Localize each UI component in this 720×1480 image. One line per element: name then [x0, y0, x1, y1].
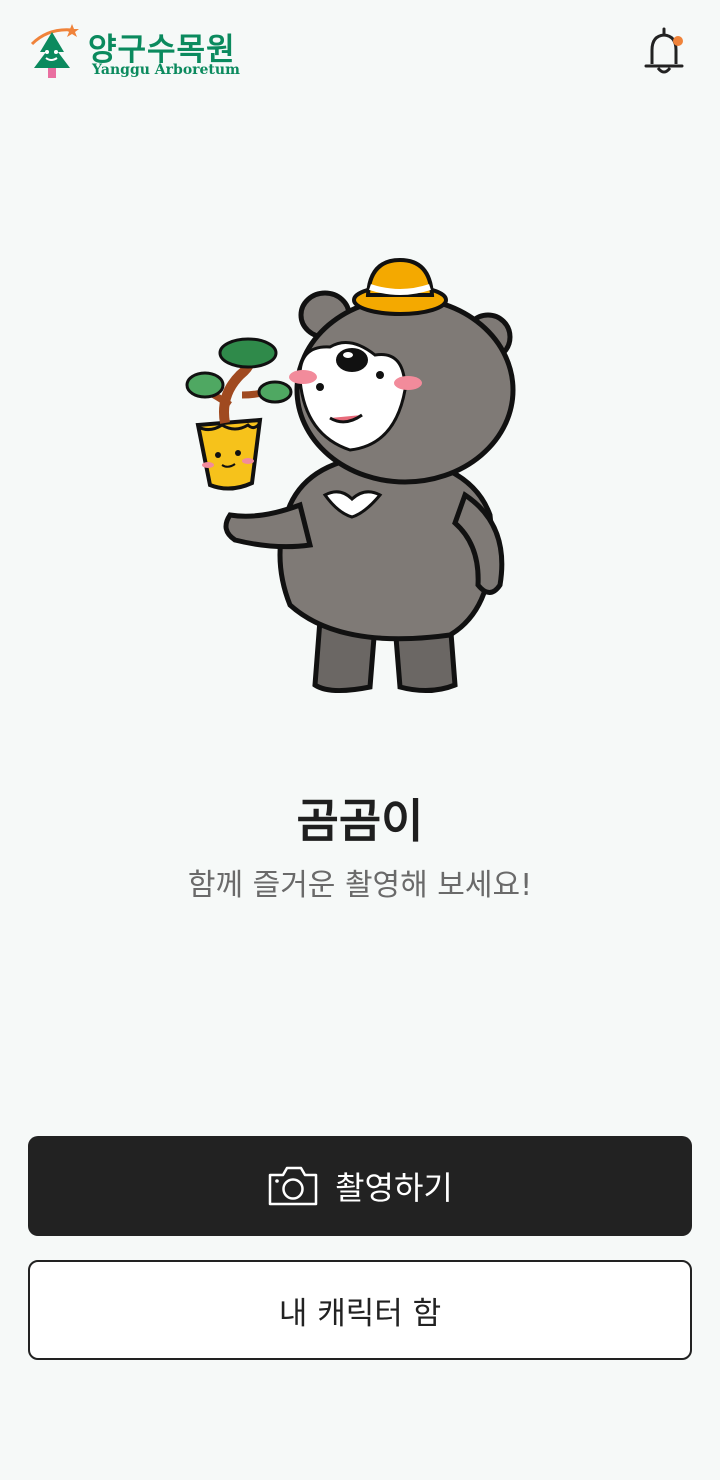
my-character-box-button[interactable]: 내 캐릭터 함: [28, 1260, 692, 1360]
capture-button[interactable]: 촬영하기: [28, 1136, 692, 1236]
notification-button[interactable]: [640, 26, 688, 78]
character-subtitle: 함께 즐거운 촬영해 보세요!: [187, 868, 533, 903]
bell-icon: [644, 27, 684, 74]
tree-logo-icon: [30, 24, 79, 78]
camera-icon: [268, 1166, 318, 1206]
header: 양구수목원 Yanggu Arboretum: [0, 0, 720, 110]
app-logo[interactable]: 양구수목원 Yanggu Arboretum: [28, 22, 248, 84]
character-name: 곰곰이: [296, 794, 424, 848]
logo-subtitle: Yanggu Arboretum: [92, 62, 240, 78]
page: 양구수목원 Yanggu Arboretum 곰곰이 함께 즐거운 촬영해 보세…: [0, 0, 720, 1480]
capture-button-label: 촬영하기: [335, 1169, 453, 1207]
my-character-box-label: 내 캐릭터 함: [278, 1295, 442, 1332]
notification-dot: [673, 36, 683, 46]
bear-mascot-illustration: [185, 257, 516, 693]
